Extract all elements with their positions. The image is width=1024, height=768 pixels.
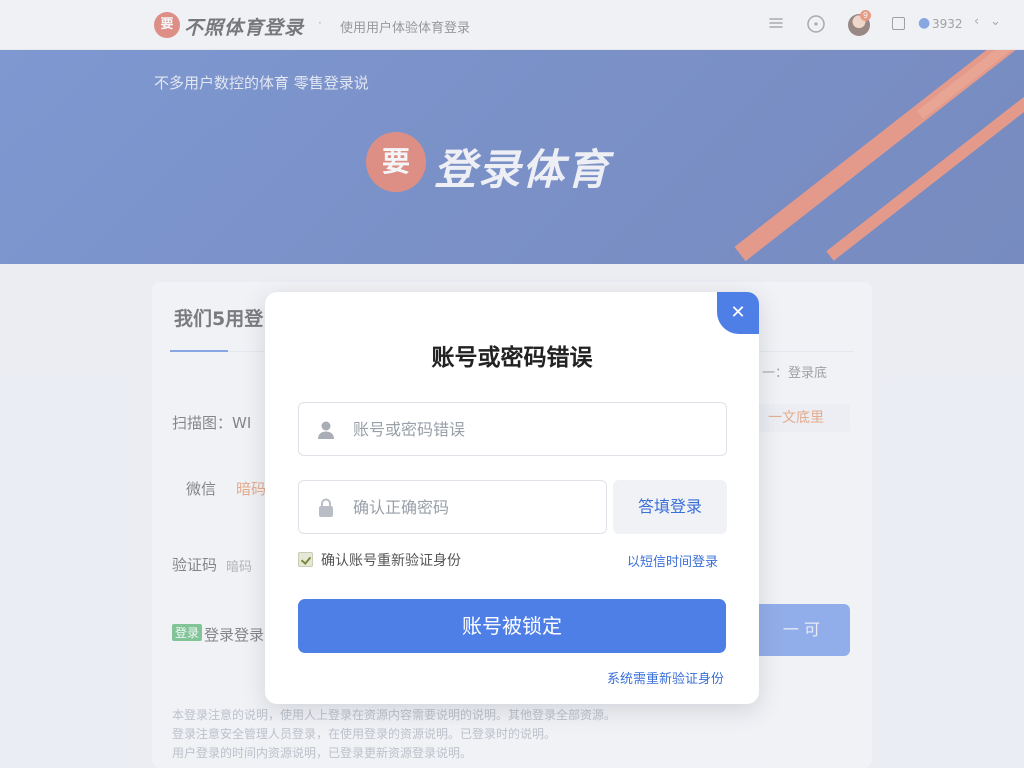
close-icon[interactable]: ✕ [717, 292, 759, 334]
alt-login-link[interactable]: 以短信时间登录 [627, 551, 718, 570]
code-login-button[interactable]: 答填登录 [613, 480, 727, 534]
reverify-checkbox[interactable] [298, 552, 313, 567]
error-dialog: ✕ 账号或密码错误 答填登录 确认账号重新验证身份 以短信时间登录 账号被锁定 … [265, 292, 759, 704]
dialog-title: 账号或密码错误 [431, 345, 593, 371]
lock-icon [319, 498, 333, 517]
password-field[interactable] [298, 480, 633, 534]
user-icon [318, 421, 334, 439]
account-locked-button[interactable]: 账号被锁定 [298, 599, 726, 653]
reverify-link[interactable]: 系统需重新验证身份 [607, 668, 724, 687]
username-input[interactable] [353, 403, 633, 455]
username-field[interactable] [298, 402, 727, 456]
reverify-label[interactable]: 确认账号重新验证身份 [321, 550, 461, 570]
password-input[interactable] [353, 481, 633, 533]
